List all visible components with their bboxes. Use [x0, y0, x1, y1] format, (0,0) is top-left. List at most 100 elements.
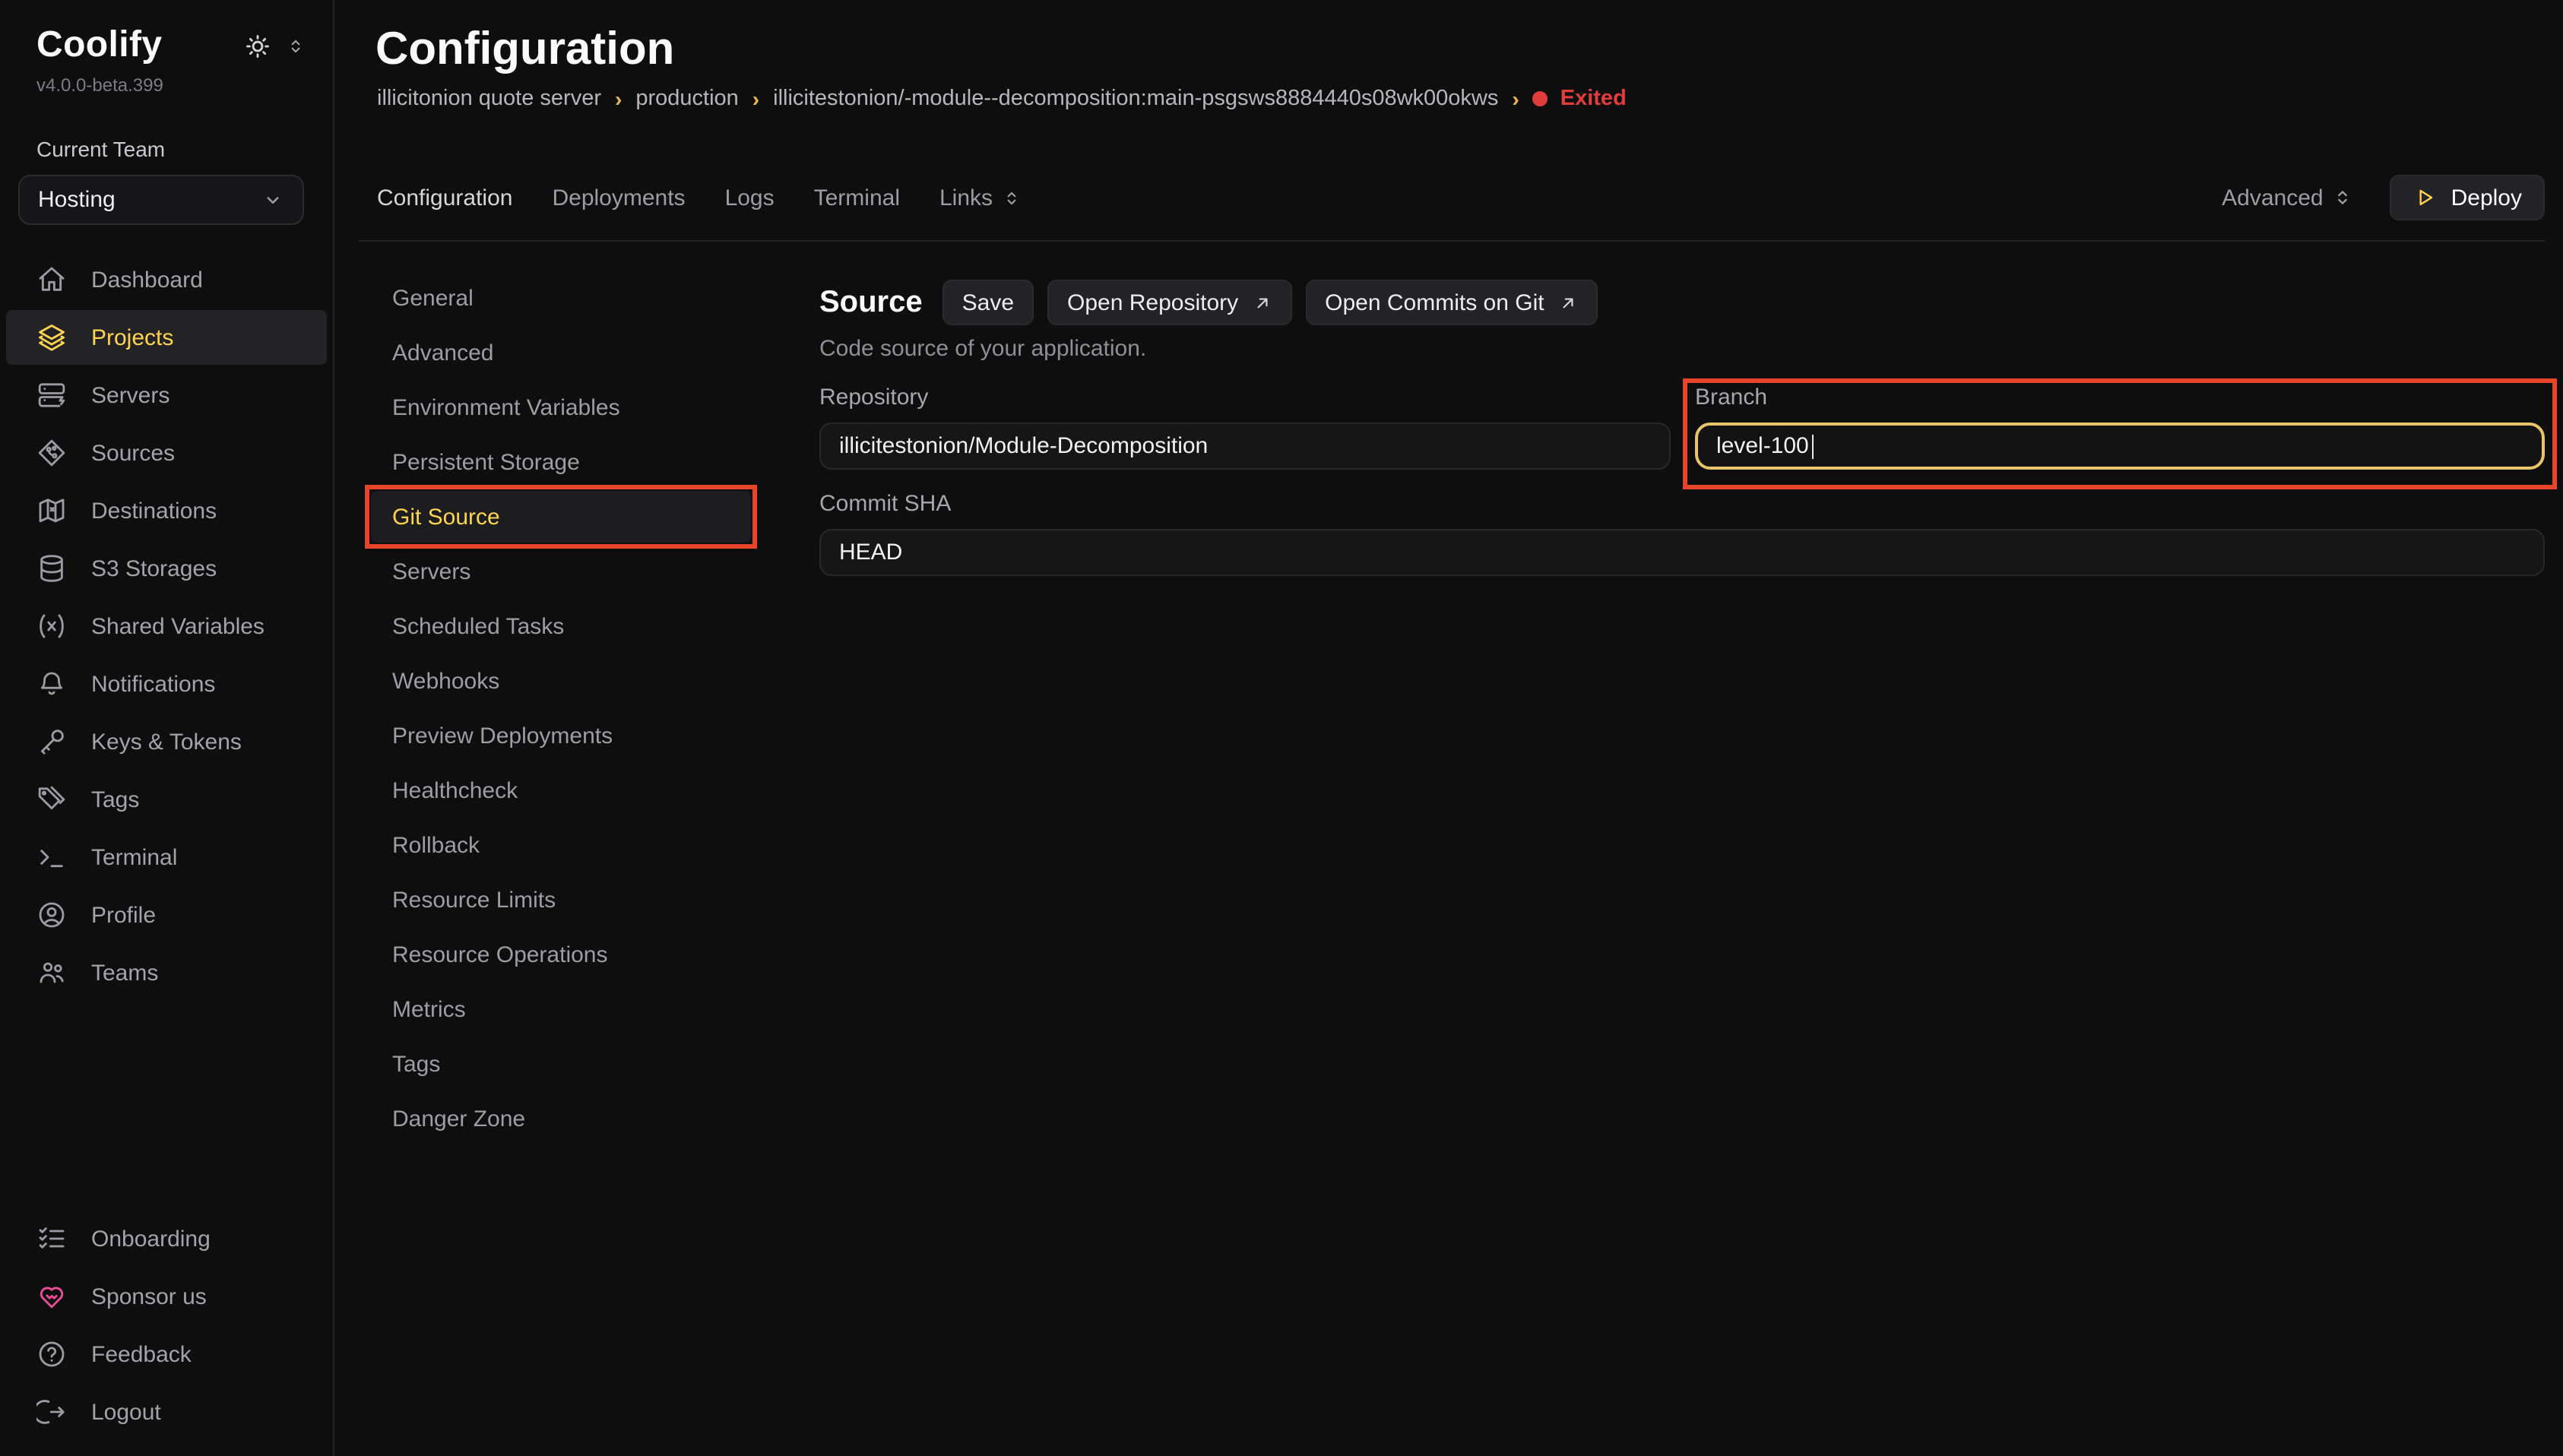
breadcrumb-item[interactable]: production — [635, 87, 738, 111]
tab-deployments[interactable]: Deployments — [552, 185, 685, 210]
content-row: GeneralAdvancedEnvironment VariablesPers… — [336, 242, 2563, 1147]
branch-input[interactable]: level-100 — [1695, 423, 2545, 470]
sidebar-item-onboarding[interactable]: Onboarding — [6, 1211, 327, 1266]
sidebar-item-label: Notifications — [91, 671, 215, 697]
team-select[interactable]: Hosting — [18, 175, 304, 225]
tab-links[interactable]: Links — [939, 185, 1022, 210]
save-button[interactable]: Save — [943, 280, 1034, 325]
tab-label: Links — [939, 185, 993, 210]
subnav-item-preview-deployments[interactable]: Preview Deployments — [371, 710, 751, 761]
sidebar-item-terminal[interactable]: Terminal — [6, 830, 327, 885]
subnav-item-webhooks[interactable]: Webhooks — [371, 655, 751, 707]
sidebar-item-tags[interactable]: Tags — [6, 772, 327, 827]
sidebar-item-sponsor-us[interactable]: Sponsor us — [6, 1269, 327, 1324]
subnav-item-persistent-storage[interactable]: Persistent Storage — [371, 436, 751, 488]
tab-label: Configuration — [377, 185, 512, 210]
open-commits-button[interactable]: Open Commits on Git — [1305, 280, 1597, 325]
sidebar-item-profile[interactable]: Profile — [6, 888, 327, 942]
breadcrumb-separator-icon: › — [615, 87, 622, 111]
branch-field-annotated: Branch level-100 — [1695, 385, 2545, 470]
deploy-button[interactable]: Deploy — [2390, 175, 2545, 220]
tab-label: Terminal — [814, 185, 900, 210]
arrow-up-right-icon — [1558, 293, 1578, 312]
status-dot-icon — [1533, 91, 1548, 106]
sun-icon[interactable] — [245, 33, 271, 59]
sidebar-item-destinations[interactable]: Destinations — [6, 483, 327, 538]
sidebar-item-dashboard[interactable]: Dashboard — [6, 252, 327, 307]
home-icon — [36, 264, 67, 295]
sidebar-item-label: Profile — [91, 902, 156, 928]
subnav-item-resource-operations[interactable]: Resource Operations — [371, 929, 751, 980]
sidebar-item-logout[interactable]: Logout — [6, 1385, 327, 1439]
sidebar-item-label: Teams — [91, 960, 158, 986]
subnav-item-advanced[interactable]: Advanced — [371, 327, 751, 378]
settings-subnav: GeneralAdvancedEnvironment VariablesPers… — [371, 242, 751, 1147]
git-source-icon — [36, 438, 67, 468]
brand-row: Coolify — [0, 0, 333, 67]
tab-label: Logs — [725, 185, 775, 210]
advanced-label: Advanced — [2222, 185, 2323, 210]
sidebar-item-label: Onboarding — [91, 1226, 211, 1252]
subnav-item-tags[interactable]: Tags — [371, 1038, 751, 1090]
sidebar-item-sources[interactable]: Sources — [6, 426, 327, 480]
tabs-row: Configuration Deployments Logs Terminal Link… — [377, 175, 2545, 220]
key-icon — [36, 726, 67, 757]
subnav-item-danger-zone[interactable]: Danger Zone — [371, 1093, 751, 1144]
subnav-item-resource-limits[interactable]: Resource Limits — [371, 874, 751, 926]
sidebar-item-label: Terminal — [91, 844, 177, 870]
subnav-item-git-source[interactable]: Git Source — [371, 491, 751, 543]
sidebar-item-label: Sponsor us — [91, 1283, 207, 1309]
sidebar-item-notifications[interactable]: Notifications — [6, 657, 327, 711]
app-version: v4.0.0-beta.399 — [0, 67, 333, 96]
sidebar-item-teams[interactable]: Teams — [6, 945, 327, 1000]
sidebar-item-shared-variables[interactable]: Shared Variables — [6, 599, 327, 654]
tab-configuration[interactable]: Configuration — [377, 185, 512, 210]
sidebar-item-label: Tags — [91, 787, 139, 812]
tab-terminal[interactable]: Terminal — [814, 185, 900, 210]
subnav-item-healthcheck[interactable]: Healthcheck — [371, 764, 751, 816]
sidebar-nav: Dashboard ProjectsServers Sources Destinati… — [0, 252, 333, 1003]
users-icon — [36, 957, 67, 988]
open-repository-button[interactable]: Open Repository — [1047, 280, 1291, 325]
repository-field: Repository illicitestonion/Module-Decomp… — [819, 385, 1671, 470]
checklist-icon — [36, 1223, 67, 1254]
repository-input[interactable]: illicitestonion/Module-Decomposition — [819, 423, 1671, 470]
subnav-item-general[interactable]: General — [371, 272, 751, 324]
tags-icon — [36, 784, 67, 815]
chevrons-up-down-icon — [2333, 187, 2354, 208]
tab-label: Deployments — [552, 185, 685, 210]
text-cursor — [1812, 434, 1814, 458]
sidebar: Coolify v4.0.0-beta.399 Current Team Hos… — [0, 0, 334, 1456]
sidebar-item-projects[interactable]: Projects — [6, 310, 327, 365]
subnav-item-scheduled-tasks[interactable]: Scheduled Tasks — [371, 600, 751, 652]
page-title: Configuration — [375, 24, 2545, 76]
chevrons-up-down-icon[interactable] — [286, 36, 306, 56]
sidebar-item-label: Feedback — [91, 1341, 192, 1367]
terminal-icon — [36, 842, 67, 872]
breadcrumb: illicitonion quote server › production › ill… — [377, 87, 2545, 111]
sidebar-item-s3-storages[interactable]: S3 Storages — [6, 541, 327, 596]
breadcrumb-separator-icon: › — [752, 87, 759, 111]
bell-icon — [36, 669, 67, 699]
sidebar-item-label: Dashboard — [91, 267, 203, 293]
advanced-dropdown[interactable]: Advanced — [2222, 185, 2353, 210]
tab-logs[interactable]: Logs — [725, 185, 775, 210]
commit-sha-input[interactable]: HEAD — [819, 529, 2545, 576]
subnav-item-environment-variables[interactable]: Environment Variables — [371, 381, 751, 433]
sidebar-item-keys-tokens[interactable]: Keys & Tokens — [6, 714, 327, 769]
subnav-item-metrics[interactable]: Metrics — [371, 983, 751, 1035]
breadcrumb-item[interactable]: illicitestonion/-module--decomposition:m… — [773, 87, 1498, 111]
app-logo: Coolify — [36, 24, 162, 67]
subnav-item-rollback[interactable]: Rollback — [371, 819, 751, 871]
team-select-value: Hosting — [38, 187, 116, 213]
subnav-item-servers[interactable]: Servers — [371, 546, 751, 597]
coolify-app: Coolify v4.0.0-beta.399 Current Team Hos… — [0, 0, 2563, 1456]
sidebar-item-feedback[interactable]: Feedback — [6, 1327, 327, 1382]
sidebar-item-label: Sources — [91, 440, 175, 466]
sidebar-item-servers[interactable]: Servers — [6, 368, 327, 423]
main-area: Configuration illicitonion quote server ›… — [336, 0, 2563, 1456]
breadcrumb-item[interactable]: illicitonion quote server — [377, 87, 601, 111]
chevron-down-icon — [261, 188, 284, 211]
source-section: Source Save Open Repository Open Commits… — [819, 242, 2545, 576]
tabs: Configuration Deployments Logs Terminal Link… — [377, 185, 1022, 210]
